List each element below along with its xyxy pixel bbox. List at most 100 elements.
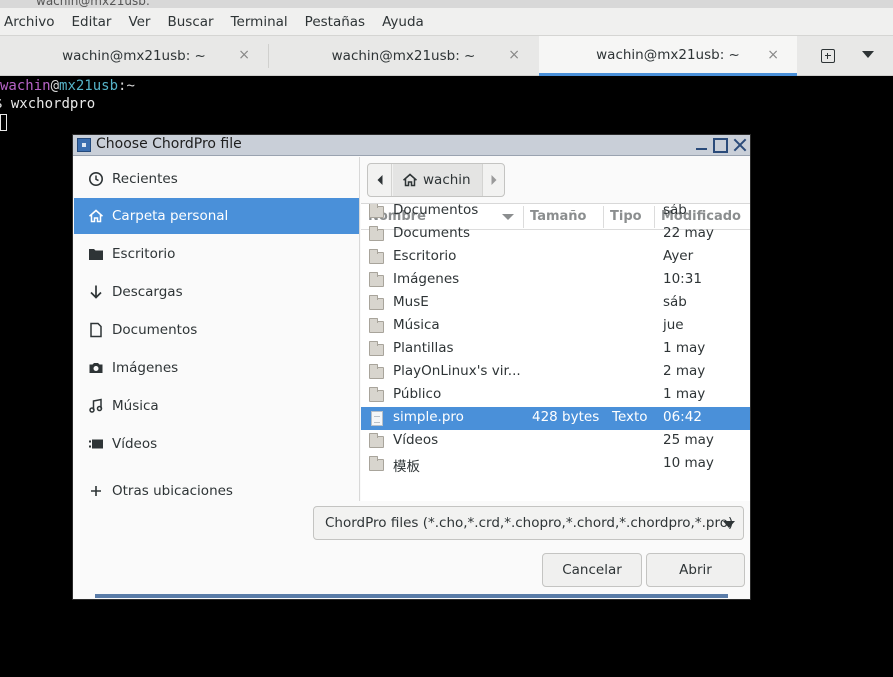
sidebar-item-otras-ubicaciones[interactable]: Otras ubicaciones: [74, 473, 359, 501]
file-row[interactable]: Documentos sáb: [361, 203, 750, 223]
file-name: Escritorio: [393, 248, 457, 264]
menu-editar[interactable]: Editar: [71, 14, 111, 30]
sidebar-item-label: Carpeta personal: [112, 208, 229, 224]
file-row[interactable]: Documents 22 may: [361, 223, 750, 246]
prompt-line: wachin@mx21usb:~: [0, 78, 135, 94]
file-type-filter-select[interactable]: ChordPro files (*.cho,*.crd,*.chopro,*.c…: [313, 506, 744, 540]
prompt-symbol: $: [0, 96, 2, 112]
tab-label: wachin@mx21usb: ~: [62, 48, 206, 64]
tab-label: wachin@mx21usb: ~: [596, 46, 740, 63]
menu-pestanas[interactable]: Pestañas: [305, 14, 365, 30]
prompt-path: :~: [118, 78, 135, 94]
tab-bar: wachin@mx21usb: ~ × wachin@mx21usb: ~ × …: [0, 36, 893, 76]
file-name: Público: [393, 386, 442, 402]
menu-buscar[interactable]: Buscar: [167, 14, 213, 30]
file-modified: jue: [663, 317, 684, 333]
sidebar-item-label: Imágenes: [112, 360, 179, 376]
new-tab-icon: [821, 49, 835, 63]
close-icon[interactable]: ×: [238, 47, 250, 63]
film-icon: [88, 436, 104, 452]
sidebar-item-escritorio[interactable]: Escritorio: [74, 236, 359, 272]
file-row-selected[interactable]: simple.pro 428 bytes Texto 06:42: [361, 407, 750, 430]
home-icon: [402, 173, 418, 187]
path-forward-button[interactable]: [482, 164, 504, 196]
file-row[interactable]: Imágenes 10:31: [361, 269, 750, 292]
close-icon[interactable]: [732, 137, 748, 153]
sidebar-item-label: Descargas: [112, 284, 183, 300]
folder-icon: [369, 249, 385, 265]
file-name: Documentos: [393, 203, 479, 218]
file-name: 模板: [393, 459, 420, 475]
menubar: Archivo Editar Ver Buscar Terminal Pesta…: [0, 8, 893, 36]
menu-ayuda[interactable]: Ayuda: [382, 14, 424, 30]
clock-icon: [88, 171, 104, 187]
menu-ver[interactable]: Ver: [128, 14, 150, 30]
folder-icon: [369, 387, 385, 403]
sidebar-item-documentos[interactable]: Documentos: [74, 312, 359, 348]
chevron-right-icon: [491, 175, 496, 185]
app-icon: [77, 138, 91, 152]
file-name: PlayOnLinux's vir...: [393, 363, 521, 379]
file-row[interactable]: Vídeos 25 may: [361, 430, 750, 453]
file-modified: 10 may: [663, 455, 714, 471]
open-button-label: Abrir: [679, 562, 712, 578]
command-text: wxchordpro: [10, 96, 96, 112]
sidebar-item-descargas[interactable]: Descargas: [74, 274, 359, 310]
file-modified: sáb: [663, 203, 687, 218]
minimize-icon[interactable]: [694, 137, 710, 153]
sidebar-item-label: Escritorio: [112, 246, 176, 262]
path-back-button[interactable]: [368, 164, 392, 196]
folder-icon: [369, 272, 385, 288]
chevron-left-icon: [377, 175, 382, 185]
file-row[interactable]: PlayOnLinux's vir... 2 may: [361, 361, 750, 384]
sidebar-item-label: Música: [112, 398, 159, 414]
maximize-icon[interactable]: [713, 138, 728, 153]
dialog-titlebar[interactable]: Choose ChordPro file: [73, 135, 750, 156]
file-row[interactable]: 模板 10 may: [361, 453, 750, 476]
folder-icon: [369, 341, 385, 357]
text-cursor: [0, 114, 7, 131]
file-chooser-dialog: Choose ChordPro file Recientes Carpeta p…: [72, 134, 751, 600]
cancel-button[interactable]: Cancelar: [542, 553, 642, 587]
menu-terminal[interactable]: Terminal: [231, 14, 288, 30]
folder-icon: [369, 433, 385, 449]
sidebar-item-musica[interactable]: Música: [74, 388, 359, 424]
new-tab-button[interactable]: [815, 45, 841, 67]
chevron-down-icon: [723, 521, 735, 528]
file-row[interactable]: Música jue: [361, 315, 750, 338]
file-row[interactable]: Escritorio Ayer: [361, 246, 750, 269]
terminal-tab-3[interactable]: wachin@mx21usb: ~ ×: [539, 36, 797, 76]
terminal-tab-2[interactable]: wachin@mx21usb: ~ ×: [269, 36, 538, 76]
folder-icon: [369, 226, 385, 242]
close-icon[interactable]: ×: [508, 47, 520, 63]
sidebar-item-recientes[interactable]: Recientes: [74, 161, 359, 197]
menu-archivo[interactable]: Archivo: [4, 14, 54, 30]
cancel-button-label: Cancelar: [562, 562, 622, 578]
file-name: Imágenes: [393, 271, 460, 287]
file-name: simple.pro: [393, 409, 464, 425]
file-modified: 22 may: [663, 225, 714, 241]
folder-icon: [88, 246, 104, 262]
sidebar-item-imagenes[interactable]: Imágenes: [74, 350, 359, 386]
places-sidebar: Recientes Carpeta personal Escritorio De…: [74, 157, 360, 501]
open-button[interactable]: Abrir: [646, 553, 745, 587]
file-row[interactable]: Plantillas 1 may: [361, 338, 750, 361]
file-row[interactable]: MusE sáb: [361, 292, 750, 315]
close-icon[interactable]: ×: [767, 47, 779, 63]
dialog-bottom-edge: [95, 594, 728, 598]
filter-label: ChordPro files (*.cho,*.crd,*.chopro,*.c…: [325, 515, 734, 531]
sidebar-item-carpeta-personal[interactable]: Carpeta personal: [74, 198, 359, 234]
camera-icon: [88, 360, 104, 376]
path-home-button[interactable]: wachin: [393, 164, 482, 196]
file-name: Plantillas: [393, 340, 454, 356]
sidebar-item-label: Vídeos: [112, 436, 158, 452]
terminal-tab-1[interactable]: wachin@mx21usb: ~ ×: [0, 36, 268, 76]
folder-icon: [369, 318, 385, 334]
sidebar-item-videos[interactable]: Vídeos: [74, 426, 359, 462]
file-modified: sáb: [663, 294, 687, 310]
tab-menu-chevron-icon[interactable]: [862, 51, 874, 58]
window-titlebar: wachin@mx21usb:: [0, 0, 893, 8]
folder-icon: [369, 364, 385, 380]
prompt-user: wachin: [0, 78, 51, 94]
file-row[interactable]: Público 1 may: [361, 384, 750, 407]
